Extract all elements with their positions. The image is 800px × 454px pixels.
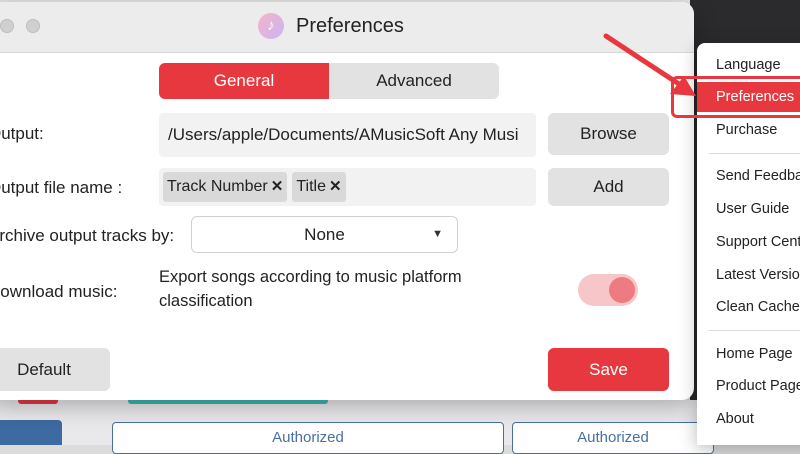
download-music-toggle[interactable] — [578, 274, 638, 306]
tag-track-number: Track Number ✕ — [163, 172, 288, 202]
remove-tag-icon[interactable]: ✕ — [329, 172, 342, 202]
archive-select-value: None — [304, 225, 345, 244]
archive-select[interactable]: None ▼ — [191, 216, 458, 253]
menu-item-support-center[interactable]: Support Center — [697, 227, 800, 257]
default-button[interactable]: Default — [0, 348, 110, 391]
browse-button[interactable]: Browse — [548, 113, 669, 155]
tag-title: Title ✕ — [292, 172, 346, 202]
close-window-button[interactable] — [0, 19, 14, 33]
menu-item-purchase[interactable]: Purchase — [697, 115, 800, 145]
menu-separator — [709, 153, 800, 154]
tab-general[interactable]: General — [159, 63, 329, 99]
background-blue-tile — [0, 420, 62, 445]
menu-item-send-feedback[interactable]: Send Feedback — [697, 161, 800, 191]
output-label: Output: — [0, 124, 44, 143]
remove-tag-icon[interactable]: ✕ — [271, 172, 284, 202]
download-music-label: Download music: — [0, 282, 118, 301]
add-button[interactable]: Add — [548, 168, 669, 206]
annotation-arrow-icon — [603, 33, 696, 96]
file-name-tags-field[interactable]: Track Number ✕ Title ✕ — [159, 168, 536, 206]
menu-item-about[interactable]: About — [697, 404, 800, 434]
output-file-name-label: Output file name : — [0, 178, 123, 197]
authorized-button[interactable]: Authorized — [112, 422, 504, 454]
chevron-down-icon: ▼ — [432, 228, 443, 240]
authorized-button[interactable]: Authorized — [512, 422, 714, 454]
menu-item-clean-cache[interactable]: Clean Cache — [697, 292, 800, 322]
menu-item-latest-version[interactable]: Latest Version — [697, 260, 800, 290]
preferences-window: ♪ Preferences General Advanced Output: /… — [0, 2, 694, 400]
archive-label: Archive output tracks by: — [0, 226, 175, 245]
output-path-field[interactable]: /Users/apple/Documents/AMusicSoft Any Mu… — [159, 113, 536, 157]
menu-item-home-page[interactable]: Home Page — [697, 339, 800, 369]
download-music-description: Export songs according to music platform… — [159, 268, 462, 310]
title-bar: ♪ Preferences — [0, 2, 694, 53]
window-title: Preferences — [296, 15, 404, 37]
menu-separator — [709, 330, 800, 331]
app-logo-icon: ♪ — [258, 13, 284, 39]
minimize-window-button[interactable] — [26, 19, 40, 33]
tag-label: Track Number — [167, 178, 268, 195]
preferences-tabs: General Advanced — [159, 63, 499, 99]
tag-label: Title — [296, 178, 326, 195]
menu-item-product-page[interactable]: Product Page — [697, 371, 800, 401]
toggle-knob — [609, 277, 635, 303]
save-button[interactable]: Save — [548, 348, 669, 391]
menu-item-user-guide[interactable]: User Guide — [697, 194, 800, 224]
tab-advanced[interactable]: Advanced — [329, 63, 499, 99]
